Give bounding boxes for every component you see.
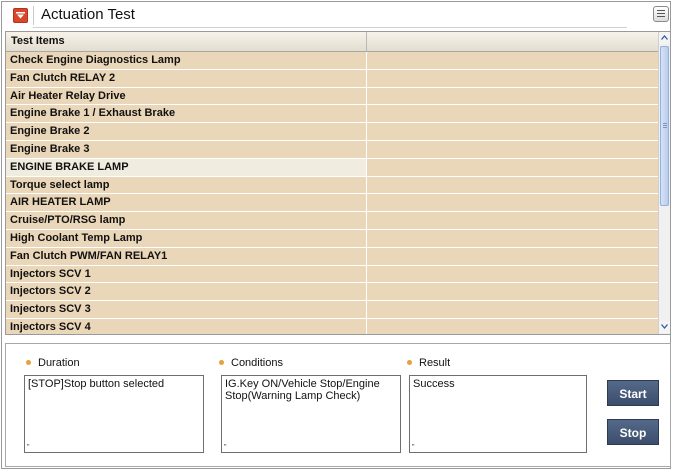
status-cell[interactable] xyxy=(367,140,658,158)
table-row[interactable]: Torque select lamp xyxy=(6,176,658,195)
status-cell[interactable] xyxy=(367,229,658,247)
duration-textbox[interactable]: [STOP]Stop button selected " xyxy=(24,375,204,453)
test-items-table: Test Items Check Engine Diagnostics Lamp… xyxy=(5,31,671,335)
table-row[interactable]: Engine Brake 3 xyxy=(6,140,658,159)
start-button[interactable]: Start xyxy=(607,380,659,406)
list-menu-icon[interactable] xyxy=(653,6,669,22)
scrollbar-thumb[interactable] xyxy=(660,46,669,206)
dropdown-arrow-icon[interactable] xyxy=(13,8,28,23)
test-item-cell[interactable]: Injectors SCV 3 xyxy=(6,301,366,318)
title-bar: Actuation Test xyxy=(2,2,670,29)
test-details-panel: Duration [STOP]Stop button selected " Co… xyxy=(5,343,671,467)
status-cell[interactable] xyxy=(367,283,658,301)
duration-label: Duration xyxy=(26,357,80,369)
table-row[interactable]: Air Heater Relay Drive xyxy=(6,87,658,106)
table-header: Test Items xyxy=(6,32,658,52)
test-item-cell[interactable]: Engine Brake 3 xyxy=(6,140,366,158)
table-row[interactable]: ENGINE BRAKE LAMP xyxy=(6,158,658,177)
test-item-cell[interactable]: Injectors SCV 1 xyxy=(6,265,366,283)
test-item-cell[interactable]: ENGINE BRAKE LAMP xyxy=(6,158,366,176)
status-cell[interactable] xyxy=(367,194,658,212)
test-item-cell[interactable]: Fan Clutch PWM/FAN RELAY1 xyxy=(6,247,366,265)
table-row[interactable]: Injectors SCV 2 xyxy=(6,283,658,302)
conditions-textbox[interactable]: IG.Key ON/Vehicle Stop/Engine Stop(Warni… xyxy=(221,375,401,453)
bullet-icon xyxy=(219,359,224,365)
test-item-cell[interactable]: Check Engine Diagnostics Lamp xyxy=(6,52,366,69)
status-cell[interactable] xyxy=(367,318,658,334)
table-row[interactable]: Engine Brake 1 / Exhaust Brake xyxy=(6,105,658,124)
stop-button[interactable]: Stop xyxy=(607,419,659,445)
table-body: Check Engine Diagnostics Lamp Fan Clutch … xyxy=(6,52,658,334)
table-row[interactable]: Check Engine Diagnostics Lamp xyxy=(6,52,658,70)
status-cell[interactable] xyxy=(367,247,658,265)
table-row[interactable]: Injectors SCV 1 xyxy=(6,265,658,284)
test-item-cell[interactable]: Engine Brake 2 xyxy=(6,123,366,140)
status-cell[interactable] xyxy=(367,265,658,283)
status-cell[interactable] xyxy=(367,52,658,69)
table-row[interactable]: AIR HEATER LAMP xyxy=(6,194,658,213)
table-row[interactable]: High Coolant Temp Lamp xyxy=(6,229,658,248)
table-row[interactable]: Fan Clutch RELAY 2 xyxy=(6,69,658,88)
test-item-cell[interactable]: Cruise/PTO/RSG lamp xyxy=(6,212,366,229)
test-item-cell[interactable]: Injectors SCV 2 xyxy=(6,283,366,301)
test-item-cell[interactable]: Injectors SCV 4 xyxy=(6,318,366,334)
test-item-cell[interactable]: High Coolant Temp Lamp xyxy=(6,229,366,247)
scroll-down-arrow-icon[interactable] xyxy=(659,321,670,333)
table-row[interactable]: Injectors SCV 4 xyxy=(6,318,658,334)
status-cell[interactable] xyxy=(367,301,658,318)
status-cell[interactable] xyxy=(367,176,658,194)
table-row[interactable]: Injectors SCV 3 xyxy=(6,301,658,319)
result-label: Result xyxy=(407,357,450,369)
status-cell[interactable] xyxy=(367,212,658,229)
test-item-cell[interactable]: Fan Clutch RELAY 2 xyxy=(6,69,366,87)
test-item-cell[interactable]: Air Heater Relay Drive xyxy=(6,87,366,105)
title-separator xyxy=(33,6,34,25)
column-header-test-items[interactable]: Test Items xyxy=(6,32,367,51)
test-item-cell[interactable]: Engine Brake 1 / Exhaust Brake xyxy=(6,105,366,123)
status-cell[interactable] xyxy=(367,87,658,105)
bullet-icon xyxy=(26,359,31,365)
status-cell[interactable] xyxy=(367,105,658,123)
status-cell[interactable] xyxy=(367,123,658,140)
title-underline xyxy=(33,27,627,28)
scroll-up-arrow-icon[interactable] xyxy=(659,32,670,44)
conditions-label: Conditions xyxy=(219,357,283,369)
result-textbox[interactable]: Success " xyxy=(409,375,587,453)
window-title: Actuation Test xyxy=(41,6,135,23)
status-cell[interactable] xyxy=(367,158,658,176)
table-row[interactable]: Cruise/PTO/RSG lamp xyxy=(6,212,658,230)
test-item-cell[interactable]: AIR HEATER LAMP xyxy=(6,194,366,212)
table-row[interactable]: Fan Clutch PWM/FAN RELAY1 xyxy=(6,247,658,266)
column-header-status[interactable] xyxy=(367,32,658,51)
bullet-icon xyxy=(407,359,412,365)
status-cell[interactable] xyxy=(367,69,658,87)
table-row[interactable]: Engine Brake 2 xyxy=(6,123,658,141)
vertical-scrollbar[interactable] xyxy=(658,32,670,334)
actuation-test-window: Actuation Test Test Items Check Engine D… xyxy=(1,1,671,469)
test-item-cell[interactable]: Torque select lamp xyxy=(6,176,366,194)
